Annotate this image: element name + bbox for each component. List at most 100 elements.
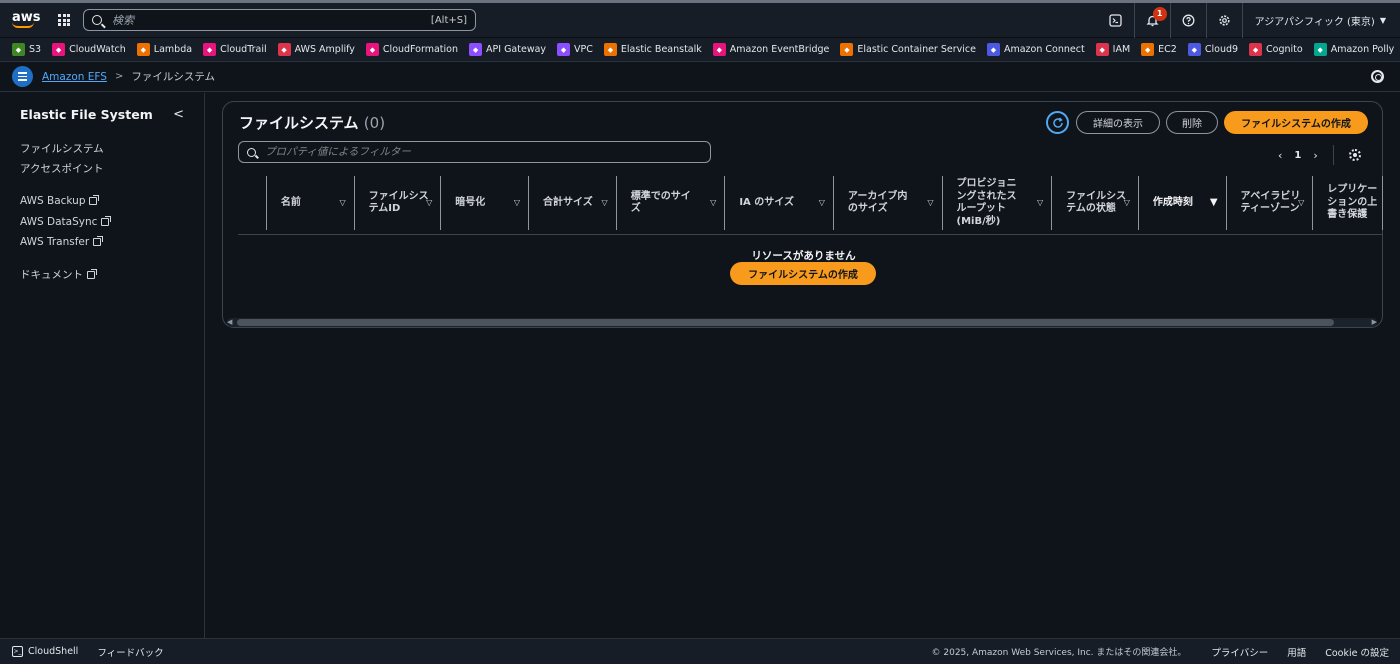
sidebar-item-documentation[interactable]: ドキュメント bbox=[20, 265, 204, 286]
sort-icon[interactable]: ▽ bbox=[514, 197, 520, 210]
previous-page-icon[interactable]: ‹ bbox=[1278, 149, 1282, 162]
select-column bbox=[238, 176, 267, 230]
services-menu-icon[interactable] bbox=[58, 14, 70, 26]
sidebar-item-aws-transfer[interactable]: AWS Transfer bbox=[20, 232, 204, 253]
favorite-amazon-eventbridge[interactable]: ◆ Amazon EventBridge bbox=[712, 43, 829, 56]
help-icon[interactable] bbox=[1169, 2, 1206, 38]
column-header[interactable]: アベイラビリティーゾーン ▽ bbox=[1227, 176, 1314, 230]
cloudshell-icon[interactable] bbox=[1098, 3, 1134, 38]
favorite-s3[interactable]: ◆ S3 bbox=[12, 43, 41, 56]
footer-cloudshell-link[interactable]: CloudShell bbox=[28, 646, 78, 657]
service-icon: ◆ bbox=[12, 43, 25, 56]
table-preferences-gear-icon[interactable] bbox=[1348, 149, 1361, 161]
column-header[interactable]: アーカイブ内のサイズ ▽ bbox=[834, 176, 943, 230]
chevron-down-icon: ▼ bbox=[1379, 15, 1386, 25]
footer-right-links: © 2025, Amazon Web Services, Inc. またはその関… bbox=[932, 645, 1400, 659]
sidebar-item-access-points[interactable]: アクセスポイント bbox=[20, 159, 204, 180]
favorite-elastic-beanstalk[interactable]: ◆ Elastic Beanstalk bbox=[603, 43, 702, 56]
aws-logo[interactable]: aws bbox=[12, 11, 41, 28]
property-filter[interactable] bbox=[238, 141, 711, 163]
favorite-cloudwatch[interactable]: ◆ CloudWatch bbox=[52, 43, 126, 56]
service-icon: ◆ bbox=[469, 43, 483, 56]
global-search[interactable]: [Alt+S] bbox=[83, 9, 476, 31]
column-header[interactable]: 合計サイズ ▽ bbox=[529, 176, 617, 230]
tools-panel-icon[interactable] bbox=[1371, 70, 1384, 83]
favorite-api-gateway[interactable]: ◆ API Gateway bbox=[469, 43, 546, 56]
service-icon: ◆ bbox=[136, 43, 150, 56]
page-title: ファイルシステム (0) bbox=[239, 114, 386, 132]
chevron-right-icon: > bbox=[114, 71, 124, 82]
empty-state-create-button[interactable]: ファイルシステムの作成 bbox=[730, 262, 876, 285]
service-icon: ◆ bbox=[712, 43, 726, 56]
favorite-iam[interactable]: ◆ IAM bbox=[1095, 43, 1130, 56]
scroll-right-icon[interactable]: ▶ bbox=[1372, 318, 1377, 326]
notifications-bell-icon[interactable]: 1 bbox=[1133, 2, 1170, 38]
favorite-elastic-container-service[interactable]: ◆ Elastic Container Service bbox=[840, 43, 976, 56]
breadcrumb-service-link[interactable]: Amazon EFS bbox=[42, 71, 107, 83]
favorites-bar: ◆ S3 ◆ CloudWatch ◆ Lambda ◆ CloudTrail ◆ AWS Amp… bbox=[0, 38, 1400, 62]
service-icon: ◆ bbox=[203, 43, 217, 56]
sort-icon[interactable]: ▽ bbox=[339, 197, 345, 210]
file-systems-panel: ファイルシステム (0) 詳細の表示 削除 ファイルシステムの作成 ‹ 1 › … bbox=[222, 101, 1383, 328]
footer-feedback-link[interactable]: フィードバック bbox=[97, 645, 163, 659]
sort-icon[interactable]: ▽ bbox=[710, 197, 716, 210]
column-header[interactable]: 名前 ▽ bbox=[267, 176, 355, 230]
sort-icon[interactable]: ▽ bbox=[602, 197, 608, 210]
column-header[interactable]: プロビジョニングされたスループット (MiB/秒) ▽ bbox=[943, 176, 1053, 230]
sort-icon[interactable]: ▽ bbox=[426, 197, 432, 210]
close-sidebar-icon[interactable]: < bbox=[173, 107, 184, 122]
column-header[interactable]: 作成時刻 ▼ bbox=[1139, 176, 1227, 230]
column-header[interactable]: レプリケーションの上書き保護 bbox=[1313, 176, 1383, 230]
breadcrumb: Amazon EFS > ファイルシステム bbox=[0, 62, 1400, 92]
footer-cookie-link[interactable]: Cookie の設定 bbox=[1325, 645, 1389, 659]
external-link-icon bbox=[87, 268, 97, 279]
cloudshell-terminal-icon[interactable]: >_ bbox=[12, 646, 23, 657]
column-header[interactable]: ファイルシステムの状態 ▽ bbox=[1052, 176, 1139, 230]
favorite-cloudtrail[interactable]: ◆ CloudTrail bbox=[203, 43, 267, 56]
horizontal-scrollbar[interactable]: ◀ ▶ bbox=[227, 318, 1377, 327]
sort-icon[interactable]: ▽ bbox=[927, 197, 933, 210]
sort-descending-icon[interactable]: ▼ bbox=[1210, 197, 1218, 210]
sidebar-item-file-systems[interactable]: ファイルシステム bbox=[20, 138, 204, 159]
item-count: (0) bbox=[363, 114, 386, 132]
global-search-input[interactable] bbox=[112, 13, 431, 27]
sidebar-title: Elastic File System < bbox=[20, 107, 184, 122]
service-icon: ◆ bbox=[1095, 43, 1109, 56]
column-header[interactable]: IA のサイズ ▽ bbox=[725, 176, 834, 230]
next-page-icon[interactable]: › bbox=[1313, 149, 1317, 162]
footer-privacy-link[interactable]: プライバシー bbox=[1211, 645, 1268, 659]
empty-state-title: リソースがありません bbox=[751, 250, 856, 262]
favorite-cognito[interactable]: ◆ Cognito bbox=[1249, 43, 1303, 56]
favorite-cloudformation[interactable]: ◆ CloudFormation bbox=[365, 43, 458, 56]
sidebar-item-aws-backup[interactable]: AWS Backup bbox=[20, 191, 204, 212]
delete-button[interactable]: 削除 bbox=[1166, 111, 1218, 134]
sidebar: Elastic File System < ファイルシステム アクセスポイント … bbox=[0, 93, 205, 638]
column-header[interactable]: 暗号化 ▽ bbox=[441, 176, 529, 230]
favorite-aws-amplify[interactable]: ◆ AWS Amplify bbox=[277, 43, 355, 56]
favorite-cloud9[interactable]: ◆ Cloud9 bbox=[1187, 43, 1238, 56]
favorite-ec2[interactable]: ◆ EC2 bbox=[1141, 43, 1177, 56]
side-nav-toggle-icon[interactable] bbox=[12, 66, 33, 87]
sort-icon[interactable]: ▽ bbox=[1037, 197, 1043, 210]
nav-right-group: 1 アジアパシフィック (東京) ▼ bbox=[1098, 2, 1400, 38]
scroll-left-icon[interactable]: ◀ bbox=[227, 318, 232, 326]
view-details-button[interactable]: 詳細の表示 bbox=[1076, 111, 1160, 134]
column-header[interactable]: 標準でのサイズ ▽ bbox=[617, 176, 726, 230]
refresh-button[interactable] bbox=[1046, 111, 1069, 134]
sort-icon[interactable]: ▽ bbox=[819, 197, 825, 210]
column-header[interactable]: ファイルシステムID ▽ bbox=[355, 176, 442, 230]
scrollbar-thumb[interactable] bbox=[237, 319, 1334, 326]
sidebar-item-aws-datasync[interactable]: AWS DataSync bbox=[20, 212, 204, 233]
favorite-amazon-polly[interactable]: ◆ Amazon Polly bbox=[1313, 43, 1394, 56]
sort-icon[interactable]: ▽ bbox=[1298, 197, 1304, 210]
region-selector[interactable]: アジアパシフィック (東京) ▼ bbox=[1241, 2, 1400, 38]
property-filter-input[interactable] bbox=[265, 146, 702, 158]
current-page-number[interactable]: 1 bbox=[1294, 150, 1301, 161]
favorite-vpc[interactable]: ◆ VPC bbox=[557, 43, 593, 56]
favorite-lambda[interactable]: ◆ Lambda bbox=[136, 43, 192, 56]
footer-terms-link[interactable]: 用語 bbox=[1287, 645, 1306, 659]
sort-icon[interactable]: ▽ bbox=[1124, 197, 1130, 210]
settings-gear-icon[interactable] bbox=[1205, 2, 1242, 38]
favorite-amazon-connect[interactable]: ◆ Amazon Connect bbox=[986, 43, 1085, 56]
create-file-system-button[interactable]: ファイルシステムの作成 bbox=[1224, 111, 1368, 134]
